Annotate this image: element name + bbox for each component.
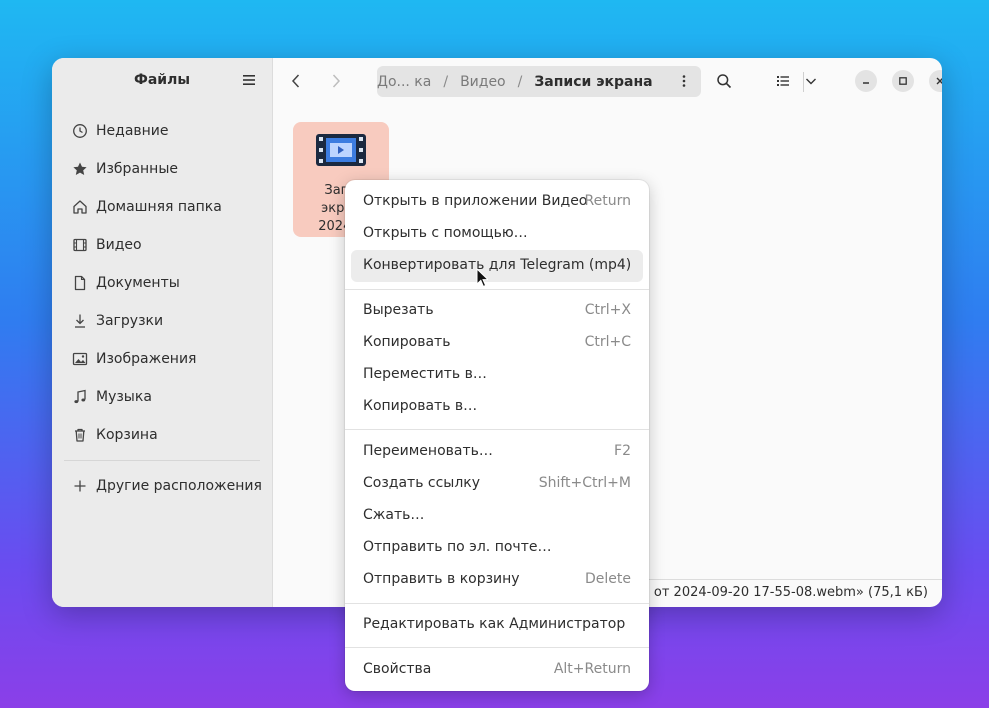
sidebar: Файлы Недавние Избранные Домашняя папка xyxy=(52,58,273,607)
context-menu: Открыть в приложении Видео Return Открыт… xyxy=(345,180,649,691)
close-button[interactable] xyxy=(929,70,942,92)
menu-item-open-video[interactable]: Открыть в приложении Видео Return xyxy=(351,186,643,218)
menu-icon[interactable] xyxy=(242,73,256,87)
search-icon[interactable] xyxy=(716,73,732,89)
sidebar-divider xyxy=(64,460,260,461)
sidebar-item-pictures[interactable]: Изображения xyxy=(60,340,264,378)
menu-item-edit-as-admin[interactable]: Редактировать как Администратор xyxy=(351,609,643,641)
menu-item-shortcut: Delete xyxy=(585,571,631,587)
document-icon xyxy=(74,275,86,291)
star-icon xyxy=(73,162,87,175)
menu-item-compress[interactable]: Сжать… xyxy=(351,500,643,532)
menu-item-label: Вырезать xyxy=(363,302,434,318)
sidebar-item-label: Корзина xyxy=(96,427,158,443)
sidebar-item-videos[interactable]: Видео xyxy=(60,226,264,264)
video-file-icon xyxy=(316,134,366,166)
maximize-button[interactable] xyxy=(892,70,914,92)
forward-button[interactable] xyxy=(325,70,347,92)
menu-divider xyxy=(345,289,649,290)
sidebar-item-label: Изображения xyxy=(96,351,197,367)
film-icon xyxy=(73,238,87,252)
menu-divider xyxy=(345,429,649,430)
mouse-pointer-icon xyxy=(476,268,488,288)
list-view-icon[interactable] xyxy=(775,73,791,89)
sidebar-header: Файлы xyxy=(52,58,272,104)
music-icon xyxy=(74,389,86,404)
menu-item-convert-telegram[interactable]: Конвертировать для Telegram (mp4) xyxy=(351,250,643,282)
sidebar-item-label: Видео xyxy=(96,237,142,253)
menu-item-shortcut: F2 xyxy=(614,443,631,459)
sidebar-item-label: Избранные xyxy=(96,161,178,177)
plus-icon xyxy=(74,480,86,492)
sidebar-item-recent[interactable]: Недавние xyxy=(60,112,264,150)
sidebar-item-home[interactable]: Домашняя папка xyxy=(60,188,264,226)
image-icon xyxy=(72,352,88,366)
menu-item-label: Переименовать… xyxy=(363,443,493,459)
app-title: Файлы xyxy=(133,72,191,88)
close-icon xyxy=(936,77,942,85)
sidebar-item-label: Музыка xyxy=(96,389,152,405)
trash-icon xyxy=(75,428,85,442)
menu-item-label: Создать ссылку xyxy=(363,475,481,491)
chevron-down-icon[interactable] xyxy=(803,73,819,89)
menu-item-properties[interactable]: Свойства Alt+Return xyxy=(351,654,643,686)
sidebar-item-label: Другие расположения xyxy=(96,478,262,494)
menu-divider xyxy=(345,603,649,604)
path-separator: / xyxy=(443,73,449,90)
menu-item-label: Сжать… xyxy=(363,507,425,523)
status-text: а от 2024-09-20 17-55-08.webm» (75,1 кБ) xyxy=(641,584,928,600)
sidebar-list: Недавние Избранные Домашняя папка Видео … xyxy=(60,112,264,505)
minimize-button[interactable] xyxy=(855,70,877,92)
sidebar-item-documents[interactable]: Документы xyxy=(60,264,264,302)
menu-item-send-email[interactable]: Отправить по эл. почте… xyxy=(351,532,643,564)
sidebar-item-label: Домашняя папка xyxy=(96,199,222,215)
sidebar-item-label: Загрузки xyxy=(96,313,164,329)
menu-item-shortcut: Ctrl+X xyxy=(584,302,631,318)
menu-item-open-with[interactable]: Открыть с помощью… xyxy=(351,218,643,250)
menu-item-shortcut: Shift+Ctrl+M xyxy=(538,475,631,491)
menu-item-cut[interactable]: Вырезать Ctrl+X xyxy=(351,295,643,327)
download-icon xyxy=(75,314,85,328)
sidebar-item-music[interactable]: Музыка xyxy=(60,378,264,416)
more-vertical-icon[interactable] xyxy=(677,74,691,88)
menu-item-label: Конвертировать для Telegram (mp4) xyxy=(363,257,632,273)
menu-item-shortcut: Ctrl+C xyxy=(584,334,631,350)
sidebar-item-starred[interactable]: Избранные xyxy=(60,150,264,188)
path-current[interactable]: Записи экрана xyxy=(534,74,652,90)
menu-item-label: Копировать в… xyxy=(363,398,478,414)
menu-item-label: Открыть с помощью… xyxy=(363,225,528,241)
menu-item-label: Копировать xyxy=(363,334,451,350)
maximize-icon xyxy=(899,77,907,85)
home-icon xyxy=(73,200,87,214)
menu-item-move-to-trash[interactable]: Отправить в корзину Delete xyxy=(351,564,643,596)
path-video[interactable]: Видео xyxy=(460,74,506,90)
menu-item-shortcut: Return xyxy=(584,193,631,209)
menu-item-shortcut: Alt+Return xyxy=(553,661,631,677)
menu-item-copy-to[interactable]: Копировать в… xyxy=(351,391,643,423)
menu-item-create-link[interactable]: Создать ссылку Shift+Ctrl+M xyxy=(351,468,643,500)
menu-item-rename[interactable]: Переименовать… F2 xyxy=(351,436,643,468)
menu-item-label: Переместить в… xyxy=(363,366,487,382)
back-button[interactable] xyxy=(285,70,307,92)
menu-item-move-to[interactable]: Переместить в… xyxy=(351,359,643,391)
menu-item-copy[interactable]: Копировать Ctrl+C xyxy=(351,327,643,359)
menu-divider xyxy=(345,647,649,648)
menu-item-label: Открыть в приложении Видео xyxy=(363,193,588,209)
header-bar: До... ка / Видео / Записи экрана xyxy=(273,58,942,104)
menu-item-label: Свойства xyxy=(363,661,432,677)
path-home[interactable]: До... ка xyxy=(377,74,431,90)
path-bar: До... ка / Видео / Записи экрана xyxy=(377,66,701,97)
menu-item-label: Редактировать как Администратор xyxy=(363,616,626,632)
clock-icon xyxy=(73,124,87,138)
sidebar-item-trash[interactable]: Корзина xyxy=(60,416,264,454)
sidebar-item-label: Документы xyxy=(96,275,180,291)
sidebar-item-downloads[interactable]: Загрузки xyxy=(60,302,264,340)
menu-item-label: Отправить по эл. почте… xyxy=(363,539,552,555)
sidebar-item-other-locations[interactable]: Другие расположения xyxy=(60,467,264,505)
path-separator: / xyxy=(517,73,523,90)
sidebar-item-label: Недавние xyxy=(96,123,169,139)
status-bar: а от 2024-09-20 17-55-08.webm» (75,1 кБ) xyxy=(642,581,928,603)
minimize-icon xyxy=(863,82,869,84)
menu-item-label: Отправить в корзину xyxy=(363,571,520,587)
